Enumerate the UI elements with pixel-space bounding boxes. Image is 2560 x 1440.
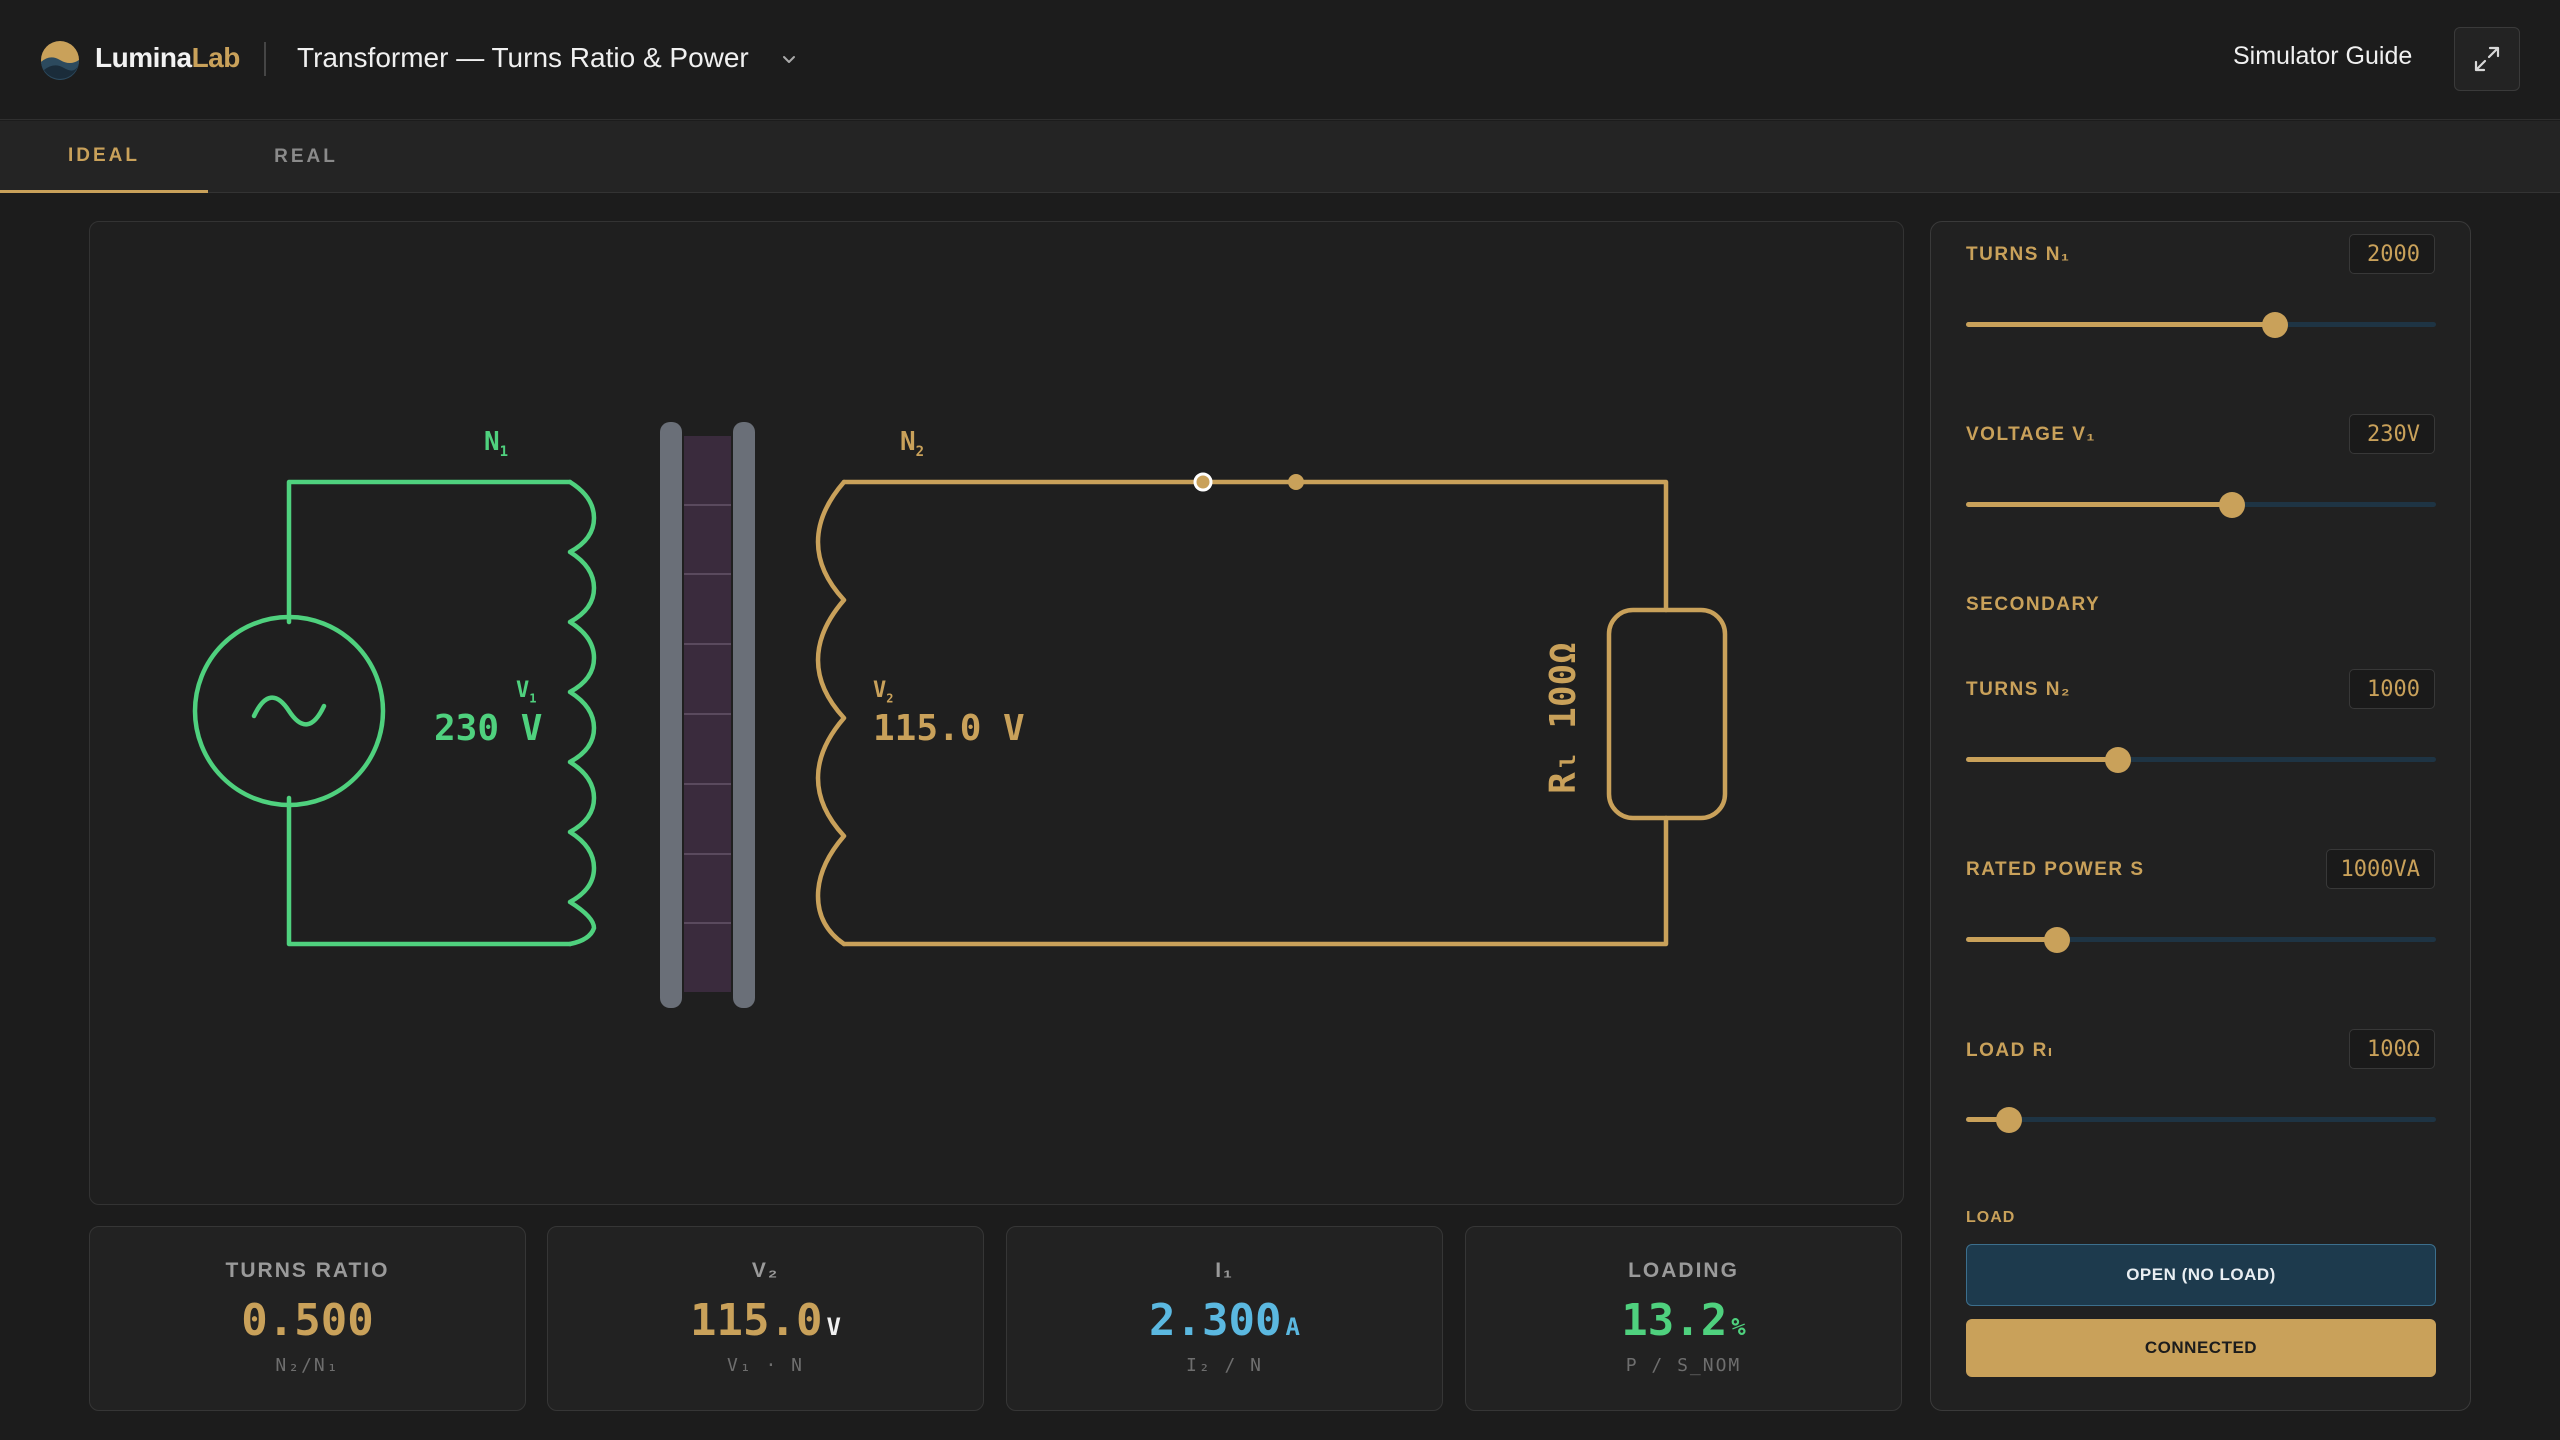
load-resistor [1606,607,1728,821]
primary-voltage-symbol: V1 [516,678,537,706]
secondary-voltage-symbol: V2 [873,678,894,706]
load-section-heading: LOAD [1966,1209,2016,1226]
open-no-load-button[interactable]: OPEN (NO LOAD) [1966,1244,2436,1306]
simulation-title[interactable]: Transformer — Turns Ratio & Power [297,42,749,74]
load-switch [1193,472,1304,492]
slider-handle[interactable] [2219,492,2246,518]
simulator-guide-link[interactable]: Simulator Guide [2233,42,2412,71]
slider-handle[interactable] [2261,312,2288,338]
secondary-turns-label: N2 [900,427,925,461]
secondary-coil [815,479,847,947]
rated-power-value[interactable]: 1000VA [2325,849,2435,889]
sine-wave-icon [251,695,327,727]
top-bar: LuminaLab Transformer — Turns Ratio & Po… [0,0,2560,120]
stat-unit: A [1285,1313,1300,1341]
voltage-v1-slider[interactable] [1966,492,2436,518]
voltage-v1-label: VOLTAGE V₁ [1966,424,2096,445]
turns-ratio-card: TURNS RATIO 0.500 N₂/N₁ [89,1226,526,1411]
primary-coil [567,479,597,947]
primary-current-card: I₁ 2.300 A I₂ / N [1006,1226,1443,1411]
loading-card: LOADING 13.2% P / S_NOM [1465,1226,1902,1411]
stat-title: V₂ [751,1259,780,1282]
turns-n2-label: TURNS N₂ [1966,679,2071,700]
control-panel: TURNS N₁ 2000 VOLTAGE V₁ 230V SECONDARY … [1930,221,2471,1411]
primary-turns-label: N1 [484,427,509,461]
tab-ideal[interactable]: IDEAL [0,121,208,193]
secondary-top-wire-right [1293,479,1669,613]
turns-n1-slider[interactable] [1966,312,2436,338]
voltage-v1-value[interactable]: 230V [2349,414,2435,454]
stat-value: 13.2% [1621,1295,1746,1346]
slider-handle[interactable] [2105,747,2132,773]
stat-formula: P / S_NOM [1625,1355,1742,1376]
load-r-value[interactable]: 100Ω [2349,1029,2435,1069]
brand-name[interactable]: LuminaLab [95,42,240,74]
brand-name-part2: Lab [191,42,241,73]
fullscreen-button[interactable] [2454,27,2520,91]
stat-formula: N₂/N₁ [275,1355,340,1376]
load-r-label: LOAD Rₗ [1966,1040,2054,1061]
secondary-bottom-wire [841,815,1669,947]
stat-value: 0.500 [241,1295,374,1346]
turns-n2-slider[interactable] [1966,747,2436,773]
stat-title: TURNS RATIO [225,1259,390,1282]
secondary-voltage-card: V₂ 115.0 V V₁ · N [547,1226,984,1411]
connected-button[interactable]: CONNECTED [1966,1319,2436,1377]
chevron-down-icon[interactable] [780,50,798,68]
stat-formula: V₁ · N [726,1355,805,1376]
expand-icon [2474,46,2500,72]
tab-real[interactable]: REAL [202,121,410,193]
turns-n2-value[interactable]: 1000 [2349,669,2435,709]
primary-bottom-wire [286,795,573,947]
secondary-voltage-value: 115.0 V [873,708,1025,749]
stat-title: I₁ [1215,1259,1234,1282]
slider-handle[interactable] [2043,927,2070,953]
load-r-slider[interactable] [1966,1107,2436,1133]
primary-top-wire [286,479,573,625]
stat-value: 2.300 A [1149,1295,1300,1346]
mode-tabs: IDEAL REAL [0,121,2560,193]
turns-n1-value[interactable]: 2000 [2349,234,2435,274]
luminalab-logo-icon [41,41,80,80]
slider-handle[interactable] [1996,1107,2023,1133]
stat-formula: I₂ / N [1185,1355,1264,1376]
secondary-section-heading: SECONDARY [1966,594,2101,615]
rated-power-slider[interactable] [1966,927,2436,953]
circuit-canvas: N1 N2 V1 230 V V2 115.0 V Rₗ 100Ω [89,221,1904,1205]
stat-title: LOADING [1628,1259,1739,1282]
stat-unit: V [826,1313,841,1341]
turns-n1-label: TURNS N₁ [1966,244,2071,265]
stat-unit: % [1731,1313,1746,1341]
header-divider [264,42,266,76]
load-resistor-label: Rₗ 100Ω [1543,642,1584,794]
rated-power-label: RATED POWER S [1966,859,2145,880]
stat-value: 115.0 V [690,1295,841,1346]
primary-voltage-value: 230 V [434,708,543,749]
brand-name-part1: Lumina [95,42,192,73]
transformer-core [660,422,755,1008]
